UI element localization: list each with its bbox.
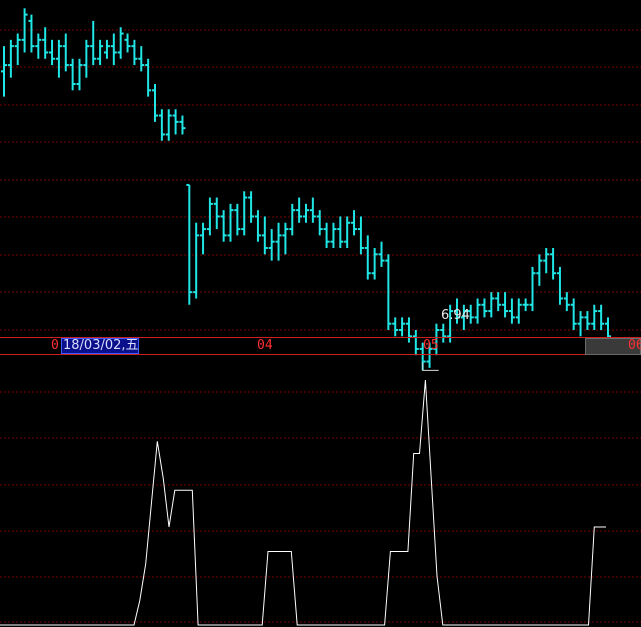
price-bar xyxy=(179,115,186,135)
price-bar xyxy=(337,216,344,248)
price-bar xyxy=(309,197,316,223)
price-bar xyxy=(158,109,165,141)
price-bar xyxy=(76,58,83,91)
price-bar xyxy=(165,109,172,141)
month-label-0: 0 xyxy=(51,338,59,353)
price-bar xyxy=(206,197,213,236)
price-bar xyxy=(378,241,385,267)
price-bar xyxy=(55,39,62,78)
price-bar xyxy=(90,20,97,66)
price-bar xyxy=(364,235,371,280)
price-bar xyxy=(1,46,7,97)
price-bar xyxy=(227,203,234,242)
price-bar xyxy=(193,222,200,299)
price-bar xyxy=(536,254,543,286)
price-bar xyxy=(474,298,481,324)
price-bar xyxy=(392,317,399,337)
price-bar xyxy=(282,222,289,255)
price-bar xyxy=(35,33,42,59)
price-bar xyxy=(522,298,529,312)
price-bar xyxy=(351,210,358,236)
low-price-marker xyxy=(422,362,439,371)
price-bar xyxy=(385,254,392,330)
indicator-panel xyxy=(0,379,606,626)
price-bar xyxy=(14,33,21,66)
price-bar xyxy=(570,298,577,330)
price-bar xyxy=(344,216,351,248)
price-bar xyxy=(296,197,303,223)
price-bar xyxy=(97,39,104,66)
month-label-04: 04 xyxy=(257,338,273,353)
price-bar xyxy=(131,39,138,66)
price-bar xyxy=(488,292,495,318)
low-price-label: 6.94 xyxy=(441,308,470,323)
price-bar xyxy=(83,39,90,78)
price-bar xyxy=(399,317,406,337)
price-bar xyxy=(234,203,241,236)
price-bar xyxy=(248,191,255,223)
price-bar xyxy=(261,216,268,255)
price-bar xyxy=(303,203,309,223)
price-bar xyxy=(323,222,330,248)
price-bar xyxy=(529,266,536,312)
price-bar xyxy=(495,292,502,312)
price-bar xyxy=(7,39,14,78)
price-bar xyxy=(556,266,563,305)
price-bar xyxy=(69,58,76,91)
price-bar xyxy=(124,33,131,53)
price-bar xyxy=(220,210,227,242)
price-bar xyxy=(42,27,49,59)
price-bar xyxy=(543,248,550,274)
price-bar xyxy=(577,311,584,337)
price-bar xyxy=(481,298,488,318)
price-bar xyxy=(405,317,412,343)
price-bar xyxy=(103,39,110,59)
price-bar xyxy=(563,292,570,312)
month-label-05: 05 xyxy=(423,338,439,353)
price-bar xyxy=(241,191,248,236)
indicator-grid xyxy=(0,391,641,623)
price-bar xyxy=(591,304,598,330)
month-label-06: 06 xyxy=(628,338,641,353)
price-bar xyxy=(110,33,117,66)
price-bars xyxy=(1,8,611,371)
cursor-date-label: 18/03/02,五 xyxy=(63,338,139,353)
price-bar xyxy=(200,222,207,255)
price-bar xyxy=(117,27,124,59)
price-bar xyxy=(138,46,145,72)
price-bar xyxy=(186,183,193,305)
price-bar xyxy=(316,210,323,236)
price-bar xyxy=(584,311,591,330)
chart-canvas xyxy=(0,8,641,626)
price-bar xyxy=(268,229,275,261)
price-bar xyxy=(550,248,557,280)
price-bar xyxy=(357,216,364,255)
price-bar xyxy=(502,292,509,318)
price-bar xyxy=(598,304,605,330)
price-bar xyxy=(213,197,220,230)
price-bar xyxy=(289,203,296,236)
price-bar xyxy=(515,298,522,324)
price-bar xyxy=(172,109,179,135)
price-bar xyxy=(152,84,158,122)
price-bar xyxy=(508,298,515,324)
price-bar xyxy=(28,14,35,53)
price-bar xyxy=(62,33,69,72)
price-bar xyxy=(21,8,28,53)
price-bar xyxy=(49,39,56,66)
price-bar xyxy=(145,58,152,97)
price-bar xyxy=(412,330,419,356)
price-grid xyxy=(0,29,641,331)
price-bar xyxy=(254,210,261,242)
price-bar xyxy=(371,248,378,280)
indicator-line xyxy=(0,379,606,626)
price-bar xyxy=(330,222,337,248)
price-bar xyxy=(440,323,447,343)
